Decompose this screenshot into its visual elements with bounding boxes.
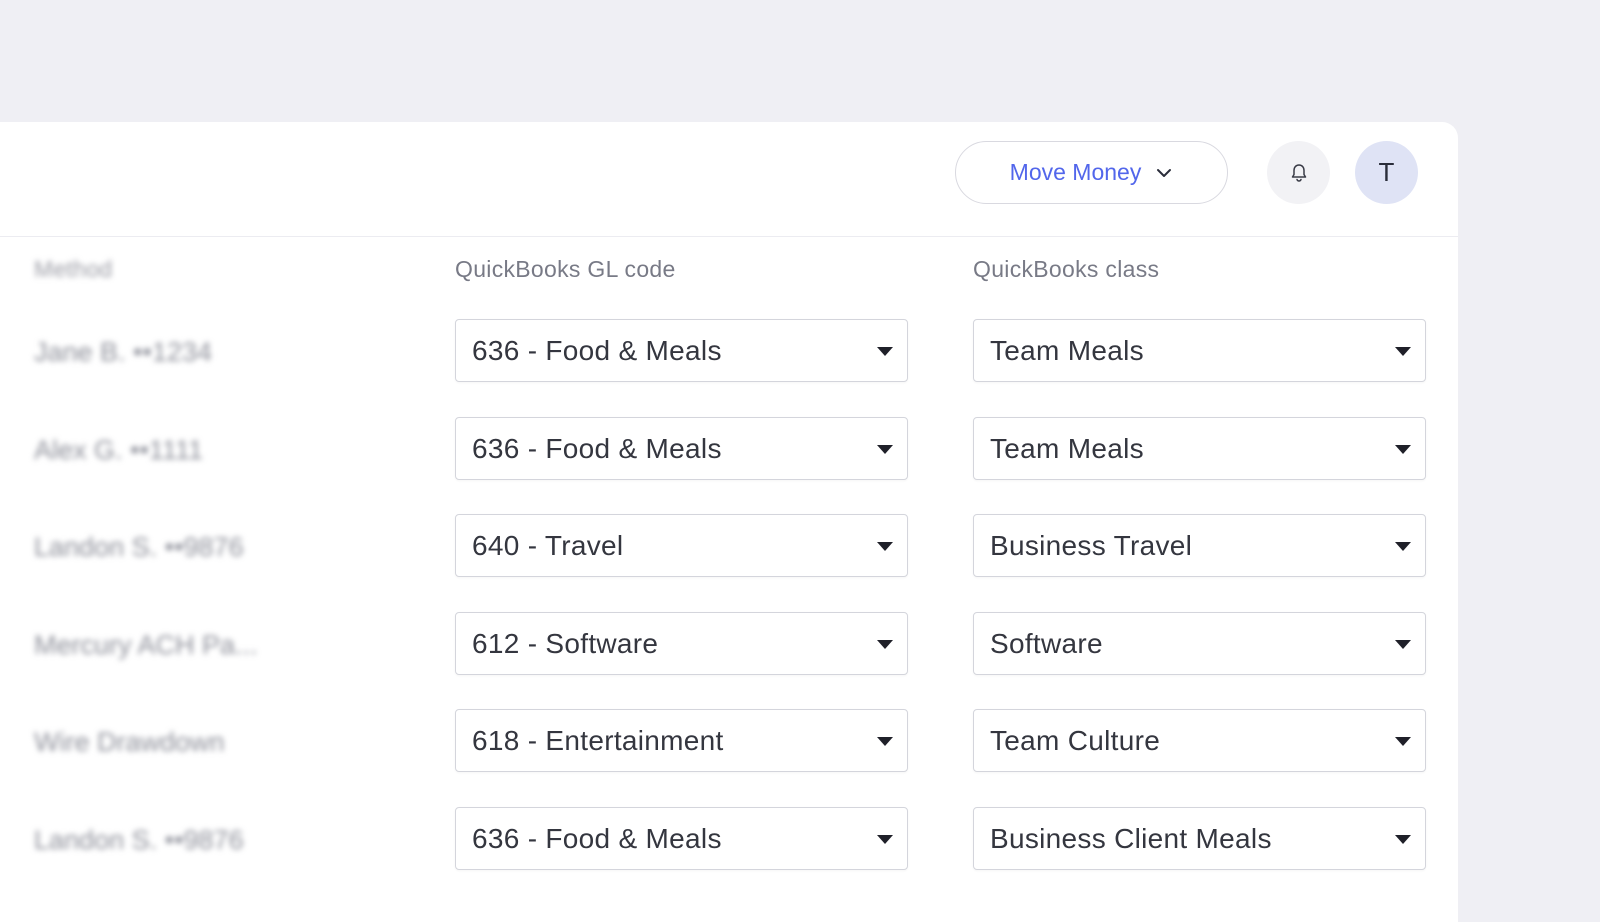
- gl-code-value: 618 - Entertainment: [472, 725, 724, 756]
- column-header-class: QuickBooks class: [973, 256, 1160, 282]
- caret-down-icon: [1395, 639, 1411, 649]
- table-row: Mercury ACH Pa... 612 - Software Softwar…: [0, 611, 1458, 710]
- avatar-initial: T: [1378, 157, 1395, 187]
- gl-code-select[interactable]: 640 - Travel: [455, 514, 908, 577]
- class-value: Team Meals: [990, 335, 1144, 366]
- top-bar: Move Money T: [0, 122, 1458, 237]
- avatar[interactable]: T: [1355, 141, 1418, 204]
- caret-down-icon: [877, 834, 893, 844]
- column-header-method: Method: [34, 256, 113, 282]
- column-header-gl-code: QuickBooks GL code: [455, 256, 676, 282]
- caret-down-icon: [877, 444, 893, 454]
- table-row: Jane B. ••1234 636 - Food & Meals Team M…: [0, 319, 1458, 417]
- move-money-label: Move Money: [1009, 159, 1142, 185]
- gl-code-value: 612 - Software: [472, 627, 659, 659]
- class-select[interactable]: Team Culture: [973, 709, 1426, 772]
- caret-down-icon: [877, 639, 893, 649]
- class-value: Business Client Meals: [990, 822, 1272, 854]
- method-cell: Alex G. ••1111: [34, 434, 203, 465]
- caret-down-icon: [1395, 444, 1411, 454]
- caret-down-icon: [1395, 347, 1411, 356]
- gl-code-select[interactable]: 636 - Food & Meals: [455, 416, 908, 480]
- class-value: Team Culture: [990, 725, 1161, 756]
- gl-code-select[interactable]: 612 - Software: [455, 611, 908, 675]
- caret-down-icon: [877, 347, 893, 356]
- table-row: Alex G. ••1111 636 - Food & Meals Team M…: [0, 416, 1458, 515]
- caret-down-icon: [877, 737, 893, 746]
- mapping-table: Jane B. ••1234 636 - Food & Meals Team M…: [0, 319, 1458, 904]
- notifications-button[interactable]: [1267, 141, 1330, 204]
- caret-down-icon: [1395, 834, 1411, 844]
- class-select[interactable]: Team Meals: [973, 416, 1426, 480]
- gl-code-value: 636 - Food & Meals: [472, 432, 722, 464]
- method-cell: Mercury ACH Pa...: [34, 629, 258, 660]
- gl-code-select[interactable]: 618 - Entertainment: [455, 709, 908, 772]
- move-money-button[interactable]: Move Money: [955, 141, 1228, 204]
- gl-code-value: 640 - Travel: [472, 530, 624, 561]
- table-row: Wire Drawdown 618 - Entertainment Team C…: [0, 709, 1458, 807]
- caret-down-icon: [1395, 542, 1411, 551]
- class-select[interactable]: Business Travel: [973, 514, 1426, 577]
- caret-down-icon: [1395, 737, 1411, 746]
- class-value: Team Meals: [990, 432, 1144, 464]
- bell-icon: [1291, 163, 1306, 182]
- gl-code-select[interactable]: 636 - Food & Meals: [455, 319, 908, 382]
- method-cell: Landon S. ••9876: [34, 824, 244, 855]
- chevron-down-icon: [1157, 168, 1172, 177]
- table-row: Landon S. ••9876 640 - Travel Business T…: [0, 514, 1458, 612]
- caret-down-icon: [877, 542, 893, 551]
- method-cell: Jane B. ••1234: [34, 337, 213, 367]
- class-select[interactable]: Business Client Meals: [973, 806, 1426, 870]
- table-row: Landon S. ••9876 636 - Food & Meals Busi…: [0, 806, 1458, 905]
- gl-code-value: 636 - Food & Meals: [472, 822, 722, 854]
- method-cell: Wire Drawdown: [34, 727, 225, 757]
- gl-code-value: 636 - Food & Meals: [472, 335, 722, 366]
- class-value: Business Travel: [990, 530, 1193, 561]
- method-cell: Landon S. ••9876: [34, 532, 244, 562]
- gl-code-select[interactable]: 636 - Food & Meals: [455, 806, 908, 870]
- class-select[interactable]: Team Meals: [973, 319, 1426, 382]
- class-value: Software: [990, 627, 1103, 659]
- class-select[interactable]: Software: [973, 611, 1426, 675]
